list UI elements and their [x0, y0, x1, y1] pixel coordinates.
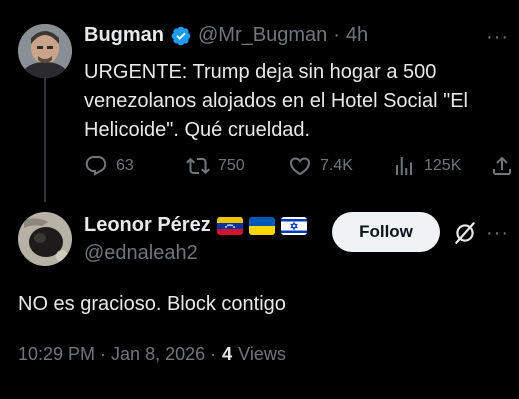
verified-badge-icon [170, 25, 192, 47]
repost-count: 750 [218, 157, 245, 174]
reply-author-handle[interactable]: @ednaleah2 [84, 242, 198, 265]
views-count: 125K [424, 157, 462, 174]
repost-icon [186, 154, 210, 178]
bugman-avatar[interactable] [18, 24, 72, 78]
reply-count: 63 [116, 157, 134, 174]
parent-tweet-header: Bugman @Mr_Bugman · 4h [84, 24, 368, 47]
reply-icon [84, 154, 108, 178]
tweet-timestamp[interactable]: 10:29 PM · Jan 8, 2026 · [18, 344, 216, 365]
reply-author-row: Leonor Pérez [84, 214, 307, 237]
thread-connector-line [44, 76, 46, 202]
reply-action[interactable]: 63 [84, 154, 134, 178]
reply-more-icon[interactable]: ··· [486, 222, 509, 245]
author-handle[interactable]: @Mr_Bugman [198, 24, 327, 47]
like-count: 7.4K [320, 157, 353, 174]
reply-author-name[interactable]: Leonor Pérez [84, 214, 211, 237]
repost-action[interactable]: 750 [186, 154, 245, 178]
heart-icon [288, 154, 312, 178]
reply-timestamp-row: 10:29 PM · Jan 8, 2026 · 4 Views [18, 344, 286, 365]
ukraine-flag-icon [248, 216, 275, 235]
views-action[interactable]: 125K [392, 154, 461, 178]
avatar-photo [18, 24, 72, 78]
avatar-photo [18, 212, 72, 266]
analytics-icon [392, 154, 416, 178]
reply-tweet-text: NO es gracioso. Block contigo [18, 293, 286, 315]
parent-tweet-text: URGENTE: Trump deja sin hogar a 500 vene… [84, 61, 469, 141]
tweet-time[interactable]: 4h [346, 24, 368, 47]
views-label: Views [238, 344, 286, 364]
venezuela-flag-icon [216, 216, 243, 235]
author-name[interactable]: Bugman [84, 24, 164, 47]
follow-button[interactable]: Follow [332, 212, 440, 252]
share-icon[interactable] [490, 154, 514, 178]
grok-icon[interactable] [452, 220, 478, 246]
like-action[interactable]: 7.4K [288, 154, 353, 178]
views-number: 4 [222, 344, 233, 364]
parent-more-icon[interactable]: ··· [486, 26, 509, 49]
meta-separator: · [333, 24, 340, 46]
israel-flag-icon [280, 216, 307, 235]
leonor-avatar[interactable] [18, 212, 72, 266]
